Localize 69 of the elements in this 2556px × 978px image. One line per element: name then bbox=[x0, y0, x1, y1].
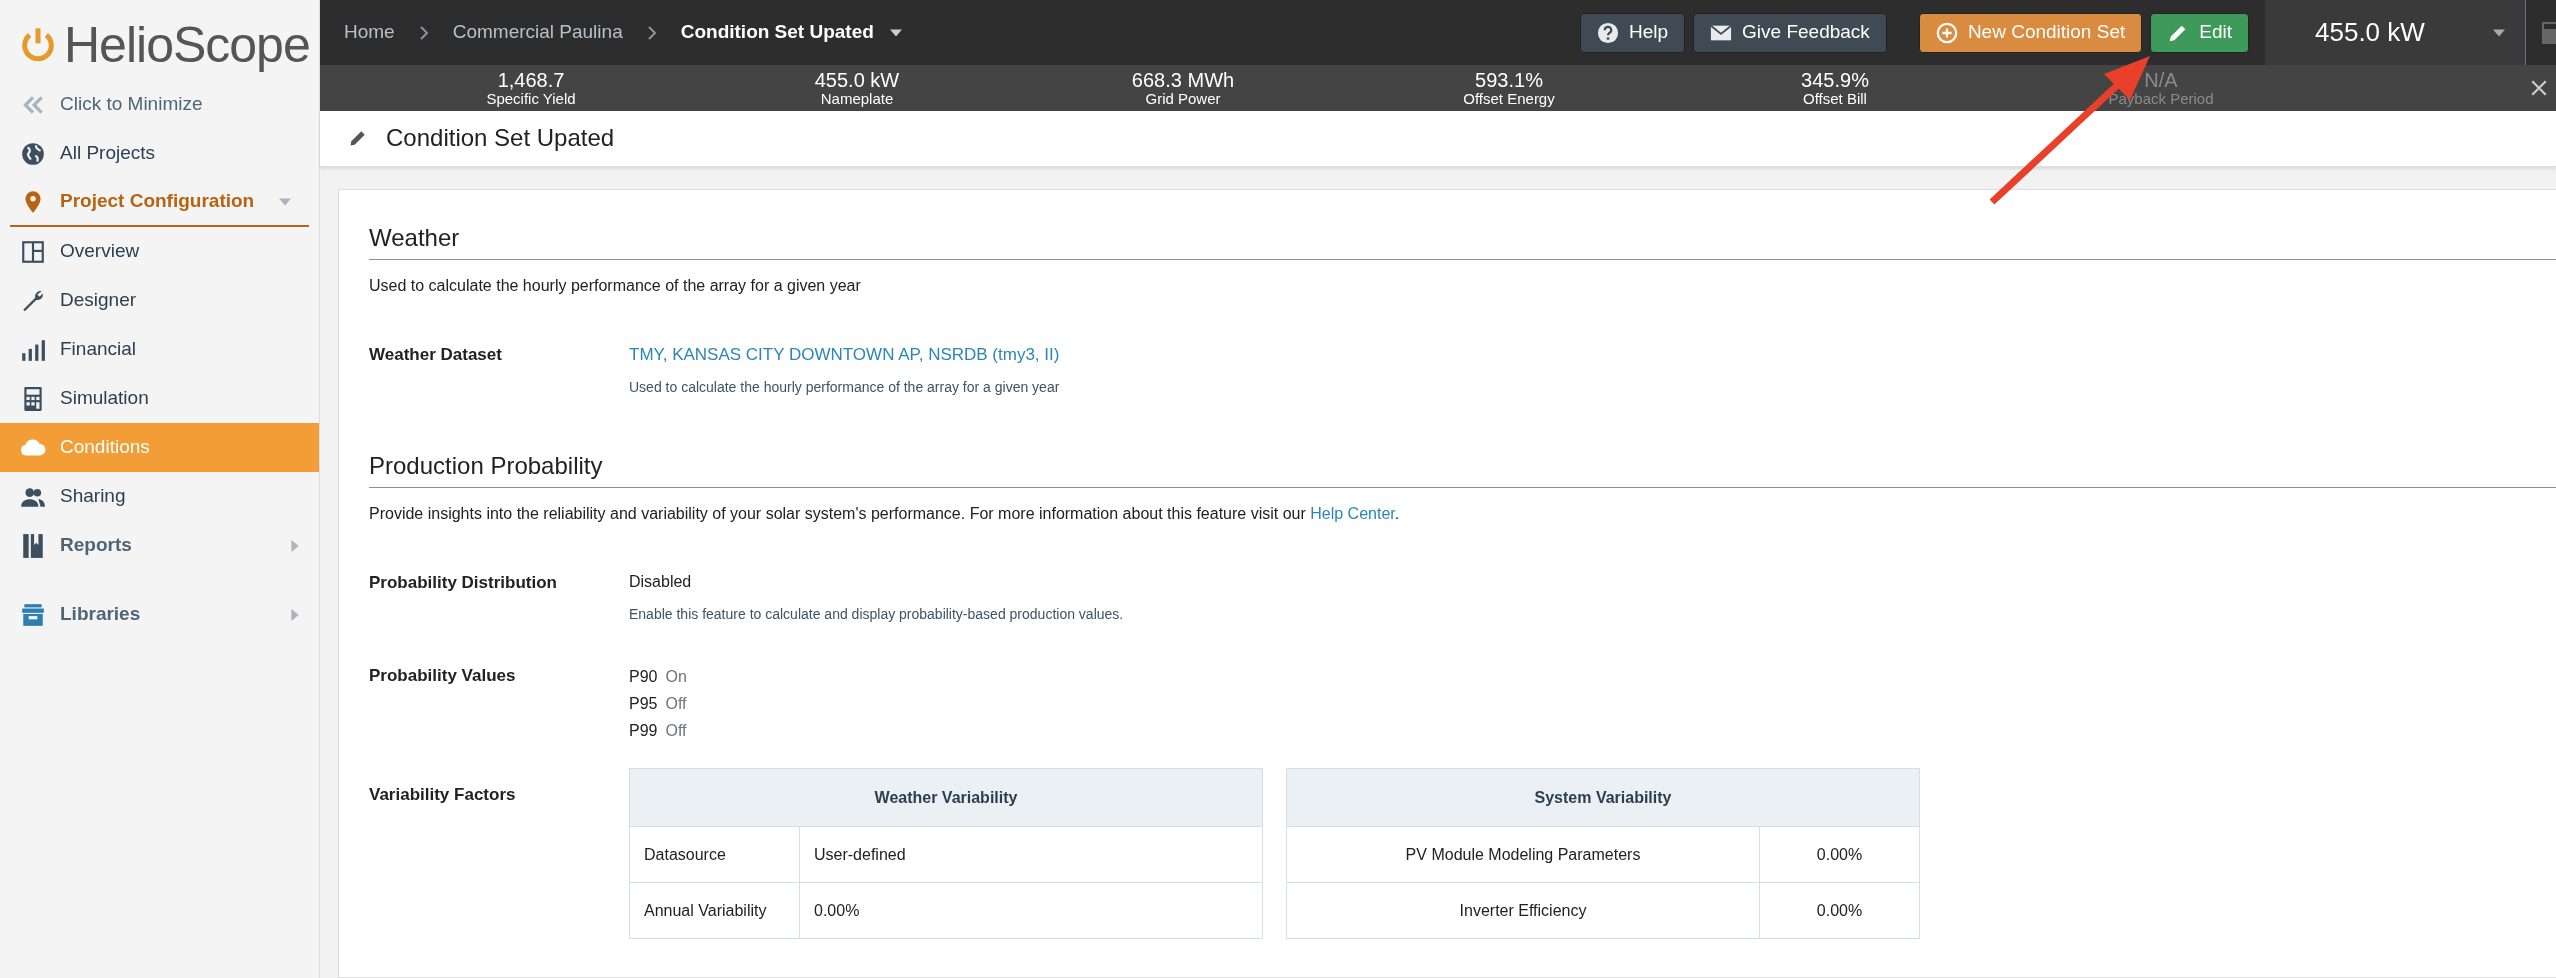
section-description: Used to calculate the hourly performance of the array for a given year bbox=[369, 275, 862, 296]
pencil-icon bbox=[348, 128, 368, 149]
field-label: Probability Values bbox=[369, 665, 517, 687]
probability-name: P95 bbox=[629, 694, 658, 714]
archive-icon bbox=[20, 601, 46, 628]
layout-icon bbox=[20, 238, 46, 265]
weather-dataset-link[interactable]: TMY, KANSAS CITY DOWNTOWN AP, NSRDB (tmy3, II) bbox=[629, 341, 1060, 368]
sidebar-item[interactable]: Libraries bbox=[0, 590, 319, 639]
globe-icon bbox=[20, 140, 46, 167]
table-cell: 0.00% bbox=[1759, 882, 1920, 939]
toolbar-button[interactable]: Give Feedback bbox=[1693, 12, 1887, 53]
stat-item: 455.0 kW Nameplate bbox=[813, 68, 901, 107]
table-cell: Datasource bbox=[629, 826, 800, 883]
toolbar-button[interactable]: Help bbox=[1580, 12, 1686, 53]
stat-item: 668.3 MWh Grid Power bbox=[1130, 68, 1236, 107]
stat-item: N/A Payback Period bbox=[2107, 68, 2215, 107]
caret-right-icon bbox=[289, 608, 301, 621]
table-cell: User-defined bbox=[799, 826, 1263, 883]
breadcrumb-link[interactable]: Condition Set Upated bbox=[680, 18, 902, 47]
toolbar-button[interactable]: Edit bbox=[2150, 12, 2249, 53]
probability-state: Off bbox=[665, 694, 687, 714]
field-label: Probability Distribution bbox=[369, 572, 558, 594]
section-description: Provide insights into the reliability and variability of your solar system's performance. For more information about this feature visit our Help Center. bbox=[369, 504, 1401, 524]
sidebar-item[interactable]: Reports bbox=[0, 521, 319, 570]
stat-item: 345.9% Offset Bill bbox=[1800, 68, 1870, 107]
table-cell: PV Module Modeling Parameters bbox=[1286, 826, 1760, 883]
page-title: Condition Set Upated bbox=[386, 123, 615, 153]
field-value: Disabled bbox=[629, 572, 693, 592]
caret-down-icon bbox=[2493, 26, 2505, 39]
sidebar-item[interactable]: Financial bbox=[0, 325, 319, 374]
sidebar-item[interactable]: Sharing bbox=[0, 472, 319, 521]
section-title: Production Probability bbox=[369, 436, 2556, 488]
caret-down-icon bbox=[889, 26, 902, 39]
chevron-right-icon bbox=[418, 24, 429, 41]
caret-down-icon bbox=[279, 195, 291, 208]
probability-state: Off bbox=[665, 721, 687, 741]
table-header: Weather Variability bbox=[629, 768, 1263, 827]
sidebar-item[interactable]: Designer bbox=[0, 276, 319, 325]
close-icon bbox=[2530, 78, 2548, 97]
caret-right-icon bbox=[289, 539, 301, 552]
probability-name: P90 bbox=[629, 667, 658, 687]
table-cell: Annual Variability bbox=[629, 882, 800, 939]
table-cell: Inverter Efficiency bbox=[1286, 882, 1760, 939]
plus-circle-icon bbox=[1935, 21, 1958, 44]
stat-item: 1,468.7 Specific Yield bbox=[485, 68, 577, 107]
help-center-link[interactable]: Help Center bbox=[1310, 505, 1395, 522]
book-icon bbox=[20, 532, 46, 559]
stat-item: 593.1% Offset Energy bbox=[1462, 68, 1556, 107]
sidebar-item[interactable]: All Projects bbox=[0, 129, 319, 178]
table-cell: 0.00% bbox=[1759, 826, 1920, 883]
breadcrumb-link[interactable]: Commercial Paulina bbox=[452, 18, 623, 47]
chevron-right-icon bbox=[646, 24, 657, 41]
field-hint: Enable this feature to calculate and display probability-based production values. bbox=[629, 605, 1125, 624]
field-hint: Used to calculate the hourly performance of the array for a given year bbox=[629, 378, 1061, 398]
power-dropdown[interactable]: 455.0 kW bbox=[2265, 0, 2525, 65]
probability-name: P99 bbox=[629, 721, 658, 741]
sidebar-item[interactable]: Simulation bbox=[0, 374, 319, 423]
help-icon bbox=[1597, 21, 1619, 44]
field-label: Weather Dataset bbox=[369, 343, 503, 366]
logo-text: HelioScope bbox=[64, 15, 310, 75]
table-cell: 0.00% bbox=[799, 882, 1263, 939]
section-title: Weather bbox=[369, 207, 2556, 260]
sidebar-item[interactable]: Overview bbox=[0, 227, 319, 276]
probability-state: On bbox=[665, 667, 687, 687]
breadcrumb-link[interactable]: Home bbox=[344, 18, 395, 47]
table-header: System Variability bbox=[1286, 768, 1920, 827]
sidebar-item[interactable]: Project Configuration bbox=[10, 178, 309, 227]
field-label: Variability Factors bbox=[369, 784, 517, 806]
sidebar-item[interactable]: Click to Minimize bbox=[0, 80, 319, 129]
